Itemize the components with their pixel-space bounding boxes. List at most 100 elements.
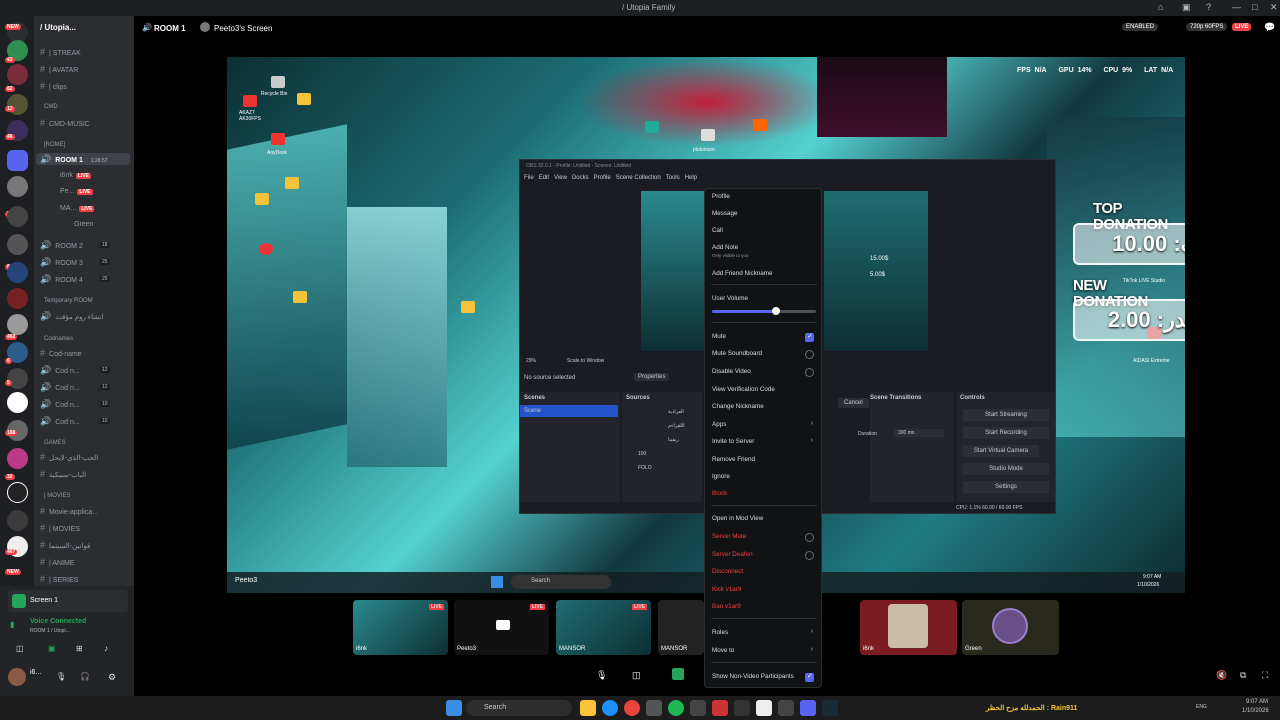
server-icon[interactable] — [7, 448, 28, 469]
channel-item[interactable]: # | clips — [40, 80, 67, 92]
windows-start-icon[interactable] — [446, 700, 462, 716]
voice-room[interactable]: 🔊 Cod n... — [40, 415, 80, 427]
channel-item[interactable]: # الباب-سبيكية — [40, 468, 86, 480]
voice-room[interactable]: 🔊 انشاء روم مؤقت — [40, 310, 103, 322]
quality-badge[interactable]: 720p 60FPS — [1186, 23, 1228, 31]
activities-icon[interactable]: ⊞ — [76, 644, 83, 653]
mute-stream-icon[interactable]: 🔇 — [1216, 670, 1227, 681]
taskbar-date[interactable]: 1/10/2026 — [1242, 708, 1269, 714]
server-mute-checkbox[interactable] — [805, 533, 814, 542]
server-icon[interactable] — [7, 314, 28, 335]
minimize-icon[interactable]: — — [1232, 2, 1241, 12]
signal-icon[interactable]: ▮ — [10, 620, 14, 629]
channel-item[interactable]: # | SERIES — [40, 573, 78, 585]
close-icon[interactable]: ✕ — [1270, 2, 1278, 13]
screen-share-icon[interactable]: ▣ — [1182, 2, 1191, 13]
server-icon[interactable] — [7, 288, 28, 309]
channel-item[interactable]: # | STREAK — [40, 46, 81, 58]
file-explorer-icon[interactable] — [580, 700, 596, 716]
spotify-icon[interactable] — [668, 700, 684, 716]
menu-kick[interactable]: Kick v1ar9 — [712, 585, 741, 595]
channel-item[interactable]: # | MOVIES — [40, 522, 80, 534]
category-cmd[interactable]: CMD — [44, 104, 58, 110]
voice-user[interactable]: Green — [74, 219, 93, 231]
app-icon[interactable] — [712, 700, 728, 716]
camera-icon[interactable]: ◫ — [16, 644, 24, 653]
mute-soundboard-checkbox[interactable] — [805, 350, 814, 359]
app-icon[interactable] — [690, 700, 706, 716]
server-icon[interactable] — [7, 510, 28, 531]
camera-icon[interactable]: ◫ — [632, 670, 641, 681]
channel-item[interactable]: # Movie-applica... — [40, 505, 98, 517]
participant-tile[interactable]: LIVE i6nk — [353, 600, 448, 655]
menu-call[interactable]: Call — [712, 226, 723, 236]
voice-user[interactable]: i6nk LIVE — [60, 170, 91, 182]
menu-add-friend-nickname[interactable]: Add Friend Nickname — [712, 269, 773, 279]
volume-knob[interactable] — [772, 307, 781, 315]
maximize-icon[interactable]: □ — [1252, 2, 1257, 12]
voice-room[interactable]: 🔊 ROOM 3 — [40, 256, 83, 268]
obs-icon[interactable] — [756, 700, 772, 716]
menu-server-mute[interactable]: Server Mute — [712, 532, 746, 542]
participant-tile[interactable]: LIVE MANSOR — [556, 600, 651, 655]
help-icon[interactable]: ? — [1206, 2, 1211, 12]
voice-room[interactable]: 🔊 Cod n... — [40, 381, 80, 393]
menu-invite-to-server[interactable]: Invite to Server — [712, 437, 754, 447]
avatar[interactable] — [8, 668, 26, 686]
mute-checkbox[interactable] — [805, 332, 814, 342]
menu-view-verification-code[interactable]: View Verification Code — [712, 385, 775, 395]
enabled-badge[interactable]: ENABLED — [1122, 23, 1159, 31]
channel-item[interactable]: # قوانين-السينما — [40, 539, 90, 551]
voice-user[interactable]: MA... LIVE — [60, 203, 95, 215]
server-icon[interactable] — [7, 368, 28, 389]
server-name[interactable]: / Utopia... — [40, 22, 76, 34]
terminal-icon[interactable] — [734, 700, 750, 716]
discord-icon[interactable] — [800, 700, 816, 716]
steam-icon[interactable] — [822, 700, 838, 716]
server-icon[interactable] — [7, 150, 28, 171]
menu-show-non-video[interactable]: Show Non-Video Participants — [712, 672, 794, 682]
server-icon[interactable] — [7, 392, 28, 413]
chrome-icon[interactable] — [624, 700, 640, 716]
headphones-icon[interactable]: 🎧 — [80, 672, 90, 681]
microphone-icon[interactable]: 🎙 — [596, 670, 607, 681]
screenshare-icon[interactable] — [672, 668, 684, 680]
server-icon[interactable] — [7, 234, 28, 255]
popout-icon[interactable]: ⧉ — [1240, 670, 1246, 681]
category-movies[interactable]: | MOVIES — [44, 493, 71, 499]
participant-tile[interactable]: MANSOR — [658, 600, 704, 655]
chat-icon[interactable]: 💬 — [1264, 22, 1275, 33]
menu-mute[interactable]: Mute — [712, 332, 726, 342]
menu-server-deafen[interactable]: Server Deafen — [712, 550, 753, 560]
show-non-video-checkbox[interactable] — [805, 672, 814, 682]
category-games[interactable]: GAMES — [44, 440, 66, 446]
soundboard-icon[interactable]: ♪ — [104, 644, 108, 653]
server-icon[interactable] — [7, 206, 28, 227]
menu-mute-soundboard[interactable]: Mute Soundboard — [712, 349, 762, 359]
language-indicator[interactable]: ENG — [1196, 704, 1207, 710]
screen-share-card[interactable]: Screen 1 — [8, 590, 128, 612]
channel-item[interactable]: # | ANIME — [40, 556, 75, 568]
menu-disconnect[interactable]: Disconnect — [712, 567, 743, 577]
menu-block[interactable]: Block — [712, 489, 727, 499]
menu-profile[interactable]: Profile — [712, 192, 730, 202]
participant-tile[interactable]: i6nk — [860, 600, 957, 655]
voice-location[interactable]: ROOM 1 / Utopi... — [30, 628, 70, 634]
voice-room[interactable]: 🔊 Cod n... — [40, 398, 80, 410]
voice-room[interactable]: 🔊 Cod n... — [40, 364, 80, 376]
app-icon[interactable] — [646, 700, 662, 716]
menu-open-in-mod-view[interactable]: Open in Mod View — [712, 514, 763, 524]
server-icon[interactable] — [7, 482, 28, 503]
channel-item[interactable]: # Cod-name — [40, 347, 82, 359]
taskbar-clock[interactable]: 9:07 AM — [1246, 699, 1268, 705]
menu-change-nickname[interactable]: Change Nickname — [712, 402, 764, 412]
voice-room[interactable]: 🔊 ROOM 4 — [40, 273, 83, 285]
channel-item[interactable]: # CMD-MUSIC — [40, 117, 90, 129]
server-icon[interactable] — [7, 262, 28, 283]
volume-icon[interactable]: 🔊 — [142, 23, 152, 32]
screenshare-icon[interactable]: ▣ — [48, 644, 56, 653]
taskbar-search[interactable]: Search — [466, 700, 572, 716]
category-temporary[interactable]: Temporary ROOM — [44, 298, 93, 304]
inbox-icon[interactable]: ⌂ — [1158, 2, 1163, 12]
menu-move-to[interactable]: Move to — [712, 646, 734, 656]
